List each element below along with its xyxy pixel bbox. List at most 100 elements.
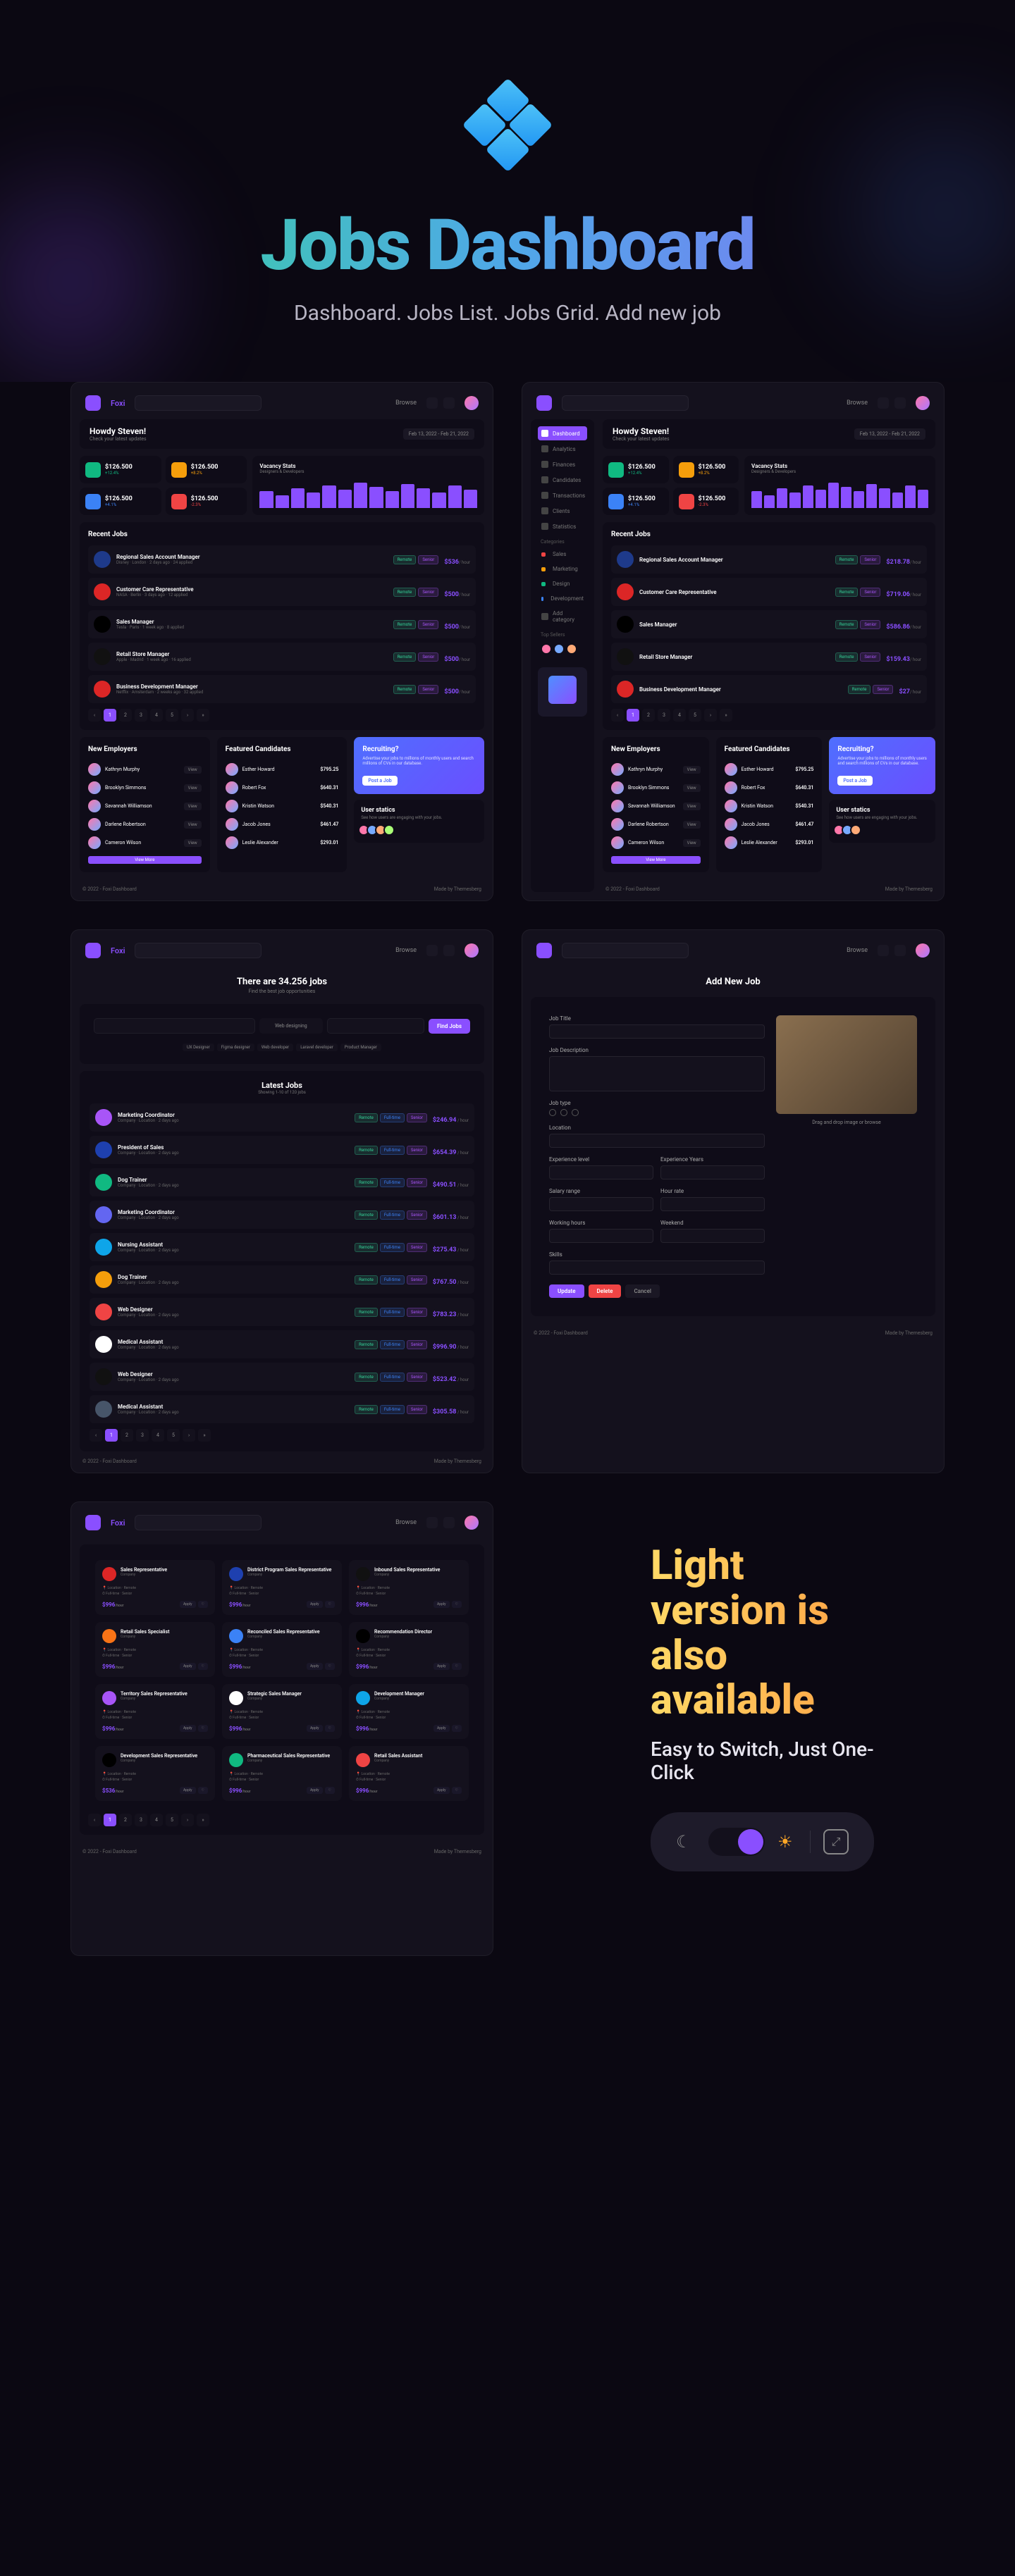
input-hour-rate[interactable] bbox=[660, 1197, 765, 1211]
sidebar-category[interactable]: Design bbox=[538, 577, 587, 590]
candidate-row[interactable]: Leslie Alexander$293.01 bbox=[226, 834, 339, 852]
theme-toggle[interactable] bbox=[708, 1828, 765, 1856]
job-row[interactable]: Dog TrainerCompany · Location · 2 days a… bbox=[90, 1265, 474, 1294]
sidebar-item[interactable]: Finances bbox=[538, 457, 587, 471]
upload-hint[interactable]: Drag and drop image or browse bbox=[776, 1120, 917, 1125]
job-card[interactable]: Inbound Sales RepresentativeCompany📍 Loc… bbox=[349, 1560, 469, 1615]
job-row[interactable]: Web DesignerCompany · Location · 2 days … bbox=[90, 1363, 474, 1391]
job-row[interactable]: Customer Care RepresentativeNASA · Berli… bbox=[88, 578, 476, 606]
page-button[interactable]: 2 bbox=[119, 1814, 132, 1826]
settings-icon[interactable] bbox=[894, 945, 906, 956]
filter-chip[interactable]: UX Designer bbox=[183, 1044, 214, 1051]
sidebar-category[interactable]: Marketing bbox=[538, 562, 587, 576]
notification-icon[interactable] bbox=[426, 945, 438, 956]
employer-row[interactable]: Darlene RobertsonView bbox=[611, 815, 701, 834]
sidebar-add-category[interactable]: Add category bbox=[538, 607, 587, 626]
avatar[interactable] bbox=[465, 1516, 479, 1530]
input-description[interactable] bbox=[549, 1056, 765, 1091]
radio-fulltime[interactable] bbox=[549, 1109, 556, 1116]
job-card[interactable]: Pharmaceutical Sales RepresentativeCompa… bbox=[222, 1746, 342, 1801]
job-row[interactable]: Business Development ManagerRemoteSenior… bbox=[611, 675, 927, 703]
job-row[interactable]: Marketing CoordinatorCompany · Location … bbox=[90, 1103, 474, 1132]
input-location[interactable] bbox=[549, 1134, 765, 1148]
page-button[interactable]: 2 bbox=[121, 1429, 133, 1442]
browse-link[interactable]: Browse bbox=[847, 400, 868, 407]
date-range[interactable]: Feb 13, 2022 - Feb 21, 2022 bbox=[854, 428, 925, 440]
page-button[interactable]: 5 bbox=[167, 1429, 180, 1442]
input-skills[interactable] bbox=[549, 1261, 765, 1275]
notification-icon[interactable] bbox=[426, 397, 438, 409]
radio-contract[interactable] bbox=[572, 1109, 579, 1116]
employer-row[interactable]: Brooklyn SimmonsView bbox=[88, 779, 202, 797]
page-button[interactable]: » bbox=[197, 709, 209, 722]
sidebar-category[interactable]: Sales bbox=[538, 547, 587, 561]
expand-icon[interactable]: ⤢ bbox=[823, 1829, 849, 1854]
page-button[interactable]: 1 bbox=[104, 709, 116, 722]
candidate-row[interactable]: Leslie Alexander$293.01 bbox=[725, 834, 814, 852]
filter-chip[interactable]: Web developer bbox=[257, 1044, 293, 1051]
candidate-row[interactable]: Jacob Jones$461.47 bbox=[725, 815, 814, 834]
filter-chip[interactable]: Laravel developer bbox=[296, 1044, 338, 1051]
job-row[interactable]: Nursing AssistantCompany · Location · 2 … bbox=[90, 1233, 474, 1261]
page-button[interactable]: 3 bbox=[135, 1814, 147, 1826]
view-more-button[interactable]: View More bbox=[88, 856, 202, 864]
notification-icon[interactable] bbox=[426, 1517, 438, 1528]
page-button[interactable]: › bbox=[181, 1814, 194, 1826]
candidate-row[interactable]: Kristin Watson$540.31 bbox=[226, 797, 339, 815]
delete-button[interactable]: Delete bbox=[589, 1284, 622, 1298]
job-row[interactable]: Regional Sales Account ManagerDisney · L… bbox=[88, 545, 476, 574]
avatar[interactable] bbox=[916, 943, 930, 958]
input-hours[interactable] bbox=[549, 1229, 653, 1243]
filter-location-input[interactable] bbox=[327, 1018, 424, 1034]
candidate-row[interactable]: Robert Fox$640.31 bbox=[725, 779, 814, 797]
update-button[interactable]: Update bbox=[549, 1284, 584, 1298]
job-row[interactable]: Medical AssistantCompany · Location · 2 … bbox=[90, 1330, 474, 1358]
input-exp-level[interactable] bbox=[549, 1165, 653, 1179]
employer-row[interactable]: Cameron WilsonView bbox=[88, 834, 202, 852]
settings-icon[interactable] bbox=[443, 945, 455, 956]
candidate-row[interactable]: Jacob Jones$461.47 bbox=[226, 815, 339, 834]
candidate-row[interactable]: Esther Howard$795.25 bbox=[725, 760, 814, 779]
job-row[interactable]: Dog TrainerCompany · Location · 2 days a… bbox=[90, 1168, 474, 1196]
browse-link[interactable]: Browse bbox=[395, 400, 417, 407]
page-button[interactable]: 3 bbox=[135, 709, 147, 722]
search-input[interactable] bbox=[562, 395, 689, 411]
input-salary[interactable] bbox=[549, 1197, 653, 1211]
job-card[interactable]: Recommendation DirectorCompany📍 Location… bbox=[349, 1622, 469, 1677]
sidebar-item[interactable]: Analytics bbox=[538, 442, 587, 456]
page-button[interactable]: » bbox=[198, 1429, 211, 1442]
page-button[interactable]: ‹ bbox=[88, 709, 101, 722]
job-row[interactable]: Retail Store ManagerApple · Madrid · 1 w… bbox=[88, 643, 476, 671]
search-input[interactable] bbox=[135, 395, 262, 411]
browse-link[interactable]: Browse bbox=[395, 1519, 417, 1526]
page-button[interactable]: » bbox=[197, 1814, 209, 1826]
candidate-row[interactable]: Robert Fox$640.31 bbox=[226, 779, 339, 797]
radio-parttime[interactable] bbox=[560, 1109, 567, 1116]
page-button[interactable]: 4 bbox=[150, 1814, 163, 1826]
avatar[interactable] bbox=[465, 396, 479, 410]
job-row[interactable]: Regional Sales Account ManagerRemoteSeni… bbox=[611, 545, 927, 574]
input-job-title[interactable] bbox=[549, 1024, 765, 1039]
page-button[interactable]: 4 bbox=[152, 1429, 164, 1442]
sidebar-category[interactable]: Development bbox=[538, 592, 587, 605]
page-button[interactable]: » bbox=[720, 709, 732, 722]
page-button[interactable]: ‹ bbox=[88, 1814, 101, 1826]
job-row[interactable]: Business Development ManagerNetflix · Am… bbox=[88, 675, 476, 703]
employer-row[interactable]: Brooklyn SimmonsView bbox=[611, 779, 701, 797]
employer-row[interactable]: Darlene RobertsonView bbox=[88, 815, 202, 834]
filter-chip[interactable]: Figma designer bbox=[217, 1044, 254, 1051]
job-row[interactable]: President of SalesCompany · Location · 2… bbox=[90, 1136, 474, 1164]
job-row[interactable]: Medical AssistantCompany · Location · 2 … bbox=[90, 1395, 474, 1423]
page-button[interactable]: 1 bbox=[104, 1814, 116, 1826]
filter-category-select[interactable]: Web designing bbox=[259, 1018, 323, 1034]
view-more-button[interactable]: View More bbox=[611, 856, 701, 864]
browse-link[interactable]: Browse bbox=[395, 947, 417, 954]
settings-icon[interactable] bbox=[443, 397, 455, 409]
avatar[interactable] bbox=[916, 396, 930, 410]
job-card[interactable]: Development Sales RepresentativeCompany📍… bbox=[95, 1746, 215, 1801]
sidebar-item[interactable]: Dashboard bbox=[538, 426, 587, 440]
employer-row[interactable]: Cameron WilsonView bbox=[611, 834, 701, 852]
post-job-button[interactable]: Post a Job bbox=[362, 776, 397, 786]
page-button[interactable]: 3 bbox=[136, 1429, 149, 1442]
input-exp-years[interactable] bbox=[660, 1165, 765, 1179]
